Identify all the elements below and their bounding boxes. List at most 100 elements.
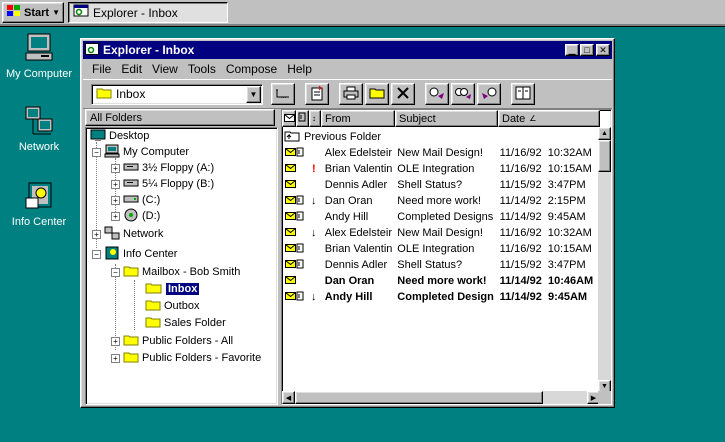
from-cell: Alex Edelsteir bbox=[324, 227, 393, 239]
tree-item-network[interactable]: + Network bbox=[92, 226, 163, 242]
subject-cell: Need more work! bbox=[397, 195, 482, 207]
up-level-button[interactable]: ... bbox=[271, 83, 295, 105]
start-button[interactable]: Start ▼ bbox=[2, 2, 64, 23]
menu-tools[interactable]: Tools bbox=[183, 62, 221, 76]
table-row[interactable]: Alex Edelsteir New Mail Design! 11/16/92 1… bbox=[282, 145, 600, 161]
close-icon: ✕ bbox=[599, 44, 607, 55]
tree-item-desktop[interactable]: Desktop bbox=[90, 128, 149, 144]
scroll-thumb-horizontal[interactable] bbox=[295, 391, 543, 404]
tree-label: Mailbox - Bob Smith bbox=[142, 266, 241, 278]
table-row[interactable]: Andy Hill Completed Designs 11/14/92 9:45A… bbox=[282, 209, 600, 225]
expand-icon[interactable]: + bbox=[111, 336, 120, 346]
tree-item-drive-c[interactable]: + (C:) bbox=[111, 192, 160, 208]
expand-icon[interactable]: + bbox=[111, 353, 120, 363]
column-importance[interactable]: ↕ bbox=[309, 110, 321, 127]
forward-button[interactable] bbox=[477, 83, 501, 105]
task-label: Explorer - Inbox bbox=[93, 5, 178, 20]
from-cell: Alex Edelsteir bbox=[324, 147, 393, 159]
expand-icon[interactable]: + bbox=[111, 163, 120, 173]
move-button[interactable] bbox=[365, 83, 389, 105]
subject-cell: OLE Integration bbox=[397, 243, 475, 255]
chevron-down-icon[interactable]: ▼ bbox=[246, 85, 261, 103]
table-row[interactable]: ↓ Andy Hill Completed Design 11/14/92 9:45A… bbox=[282, 289, 600, 305]
tree-item-outbox[interactable]: Outbox bbox=[145, 298, 199, 314]
tree-label: Public Folders - Favorite bbox=[142, 352, 262, 364]
panes: All Folders Desktop − My Computer + 3½ F… bbox=[85, 109, 612, 405]
horizontal-scrollbar[interactable]: ◀ ▶ bbox=[282, 391, 600, 404]
collapse-icon[interactable]: − bbox=[111, 267, 120, 277]
maximize-button[interactable]: □ bbox=[580, 44, 594, 56]
envelope-icon bbox=[282, 227, 296, 239]
expand-icon[interactable]: + bbox=[92, 229, 101, 239]
tree-item-sales-folder[interactable]: Sales Folder bbox=[145, 315, 226, 331]
task-explorer-inbox[interactable]: Explorer - Inbox bbox=[68, 2, 228, 23]
envelope-icon bbox=[282, 163, 296, 175]
desktop-icon-network[interactable]: Network bbox=[0, 105, 78, 153]
tree-label: (D:) bbox=[142, 210, 161, 222]
menu-view[interactable]: View bbox=[147, 62, 183, 76]
menu-compose[interactable]: Compose bbox=[221, 62, 282, 76]
column-subject[interactable]: Subject bbox=[395, 110, 498, 127]
tree-item-floppy-a[interactable]: + 3½ Floppy (A:) bbox=[111, 160, 214, 176]
reply-all-button[interactable] bbox=[451, 83, 475, 105]
tree-item-info-center[interactable]: − Info Center bbox=[92, 246, 177, 262]
desktop-icon-info-center[interactable]: Info Center bbox=[0, 180, 78, 228]
column-date[interactable]: Date ∠ bbox=[498, 110, 600, 127]
scroll-left-button[interactable]: ◀ bbox=[282, 391, 295, 404]
table-row[interactable]: Dan Oran Need more work! 11/14/92 10:46AM bbox=[282, 273, 600, 289]
collapse-icon[interactable]: − bbox=[92, 147, 101, 157]
tree-item-mailbox[interactable]: − Mailbox - Bob Smith bbox=[111, 264, 240, 280]
envelope-icon bbox=[282, 259, 296, 271]
vertical-scrollbar[interactable]: ▲ ▼ bbox=[598, 127, 611, 393]
folder-combo[interactable]: Inbox ▼ bbox=[91, 83, 263, 105]
date-cell: 11/14/92 9:45AM bbox=[499, 211, 586, 223]
arrow-right-icon: ▶ bbox=[590, 394, 597, 402]
column-from[interactable]: From bbox=[321, 110, 395, 127]
tree-label: My Computer bbox=[123, 146, 190, 158]
tree-item-inbox[interactable]: Inbox bbox=[145, 281, 200, 297]
tree-item-drive-d[interactable]: + (D:) bbox=[111, 208, 160, 224]
delete-icon bbox=[396, 86, 410, 103]
tree-item-floppy-b[interactable]: + 5¼ Floppy (B:) bbox=[111, 176, 214, 192]
from-cell: Brian Valentin bbox=[324, 243, 393, 255]
new-message-button[interactable] bbox=[305, 83, 329, 105]
tree-item-public-all[interactable]: + Public Folders - All bbox=[111, 333, 233, 349]
title-bar[interactable]: Explorer - Inbox ▁ □ ✕ bbox=[83, 41, 612, 59]
svg-text:...: ... bbox=[281, 94, 286, 100]
expand-icon[interactable]: + bbox=[111, 195, 120, 205]
table-row[interactable]: Dennis Adler Shell Status? 11/15/92 3:47PM bbox=[282, 257, 600, 273]
menu-edit[interactable]: Edit bbox=[116, 62, 147, 76]
table-row[interactable]: ! Brian Valentin OLE Integration 11/16/92 1… bbox=[282, 161, 600, 177]
desktop-icon-my-computer[interactable]: My Computer bbox=[0, 32, 78, 80]
expand-icon[interactable]: + bbox=[111, 211, 120, 221]
importance-cell: ↓ bbox=[311, 227, 317, 239]
message-list: ↕ From Subject Date ∠ Previous Folder Ale… bbox=[281, 109, 612, 405]
table-row[interactable]: Brian Valentin OLE Integration 11/16/92 10… bbox=[282, 241, 600, 257]
address-book-button[interactable] bbox=[511, 83, 535, 105]
tree-item-public-favorite[interactable]: + Public Folders - Favorite bbox=[111, 350, 261, 366]
delete-button[interactable] bbox=[391, 83, 415, 105]
attachment-icon bbox=[296, 211, 307, 224]
folder-move-icon bbox=[369, 86, 385, 103]
table-row[interactable]: Dennis Adler Shell Status? 11/15/92 3:47PM bbox=[282, 177, 600, 193]
column-envelope[interactable] bbox=[282, 110, 296, 127]
scroll-thumb[interactable] bbox=[598, 140, 611, 172]
scroll-up-button[interactable]: ▲ bbox=[598, 127, 611, 140]
table-row[interactable]: ↓ Dan Oran Need more work! 11/14/92 2:15PM bbox=[282, 193, 600, 209]
column-attachment[interactable] bbox=[296, 110, 309, 127]
subject-cell: Need more work! bbox=[397, 275, 487, 287]
info-center-icon bbox=[23, 180, 55, 212]
previous-folder-row[interactable]: Previous Folder bbox=[282, 129, 600, 145]
minimize-button[interactable]: ▁ bbox=[565, 44, 579, 56]
menu-help[interactable]: Help bbox=[282, 62, 317, 76]
expand-icon[interactable]: + bbox=[111, 179, 120, 189]
print-button[interactable] bbox=[339, 83, 363, 105]
tree-item-my-computer[interactable]: − My Computer bbox=[92, 144, 189, 160]
menu-file[interactable]: File bbox=[87, 62, 116, 76]
table-row[interactable]: ↓ Alex Edelsteir New Mail Design! 11/16/92 … bbox=[282, 225, 600, 241]
reply-button[interactable] bbox=[425, 83, 449, 105]
close-button[interactable]: ✕ bbox=[596, 44, 610, 56]
toolbar: Inbox ▼ ... bbox=[83, 79, 612, 109]
address-book-icon bbox=[515, 86, 531, 103]
collapse-icon[interactable]: − bbox=[92, 249, 101, 259]
